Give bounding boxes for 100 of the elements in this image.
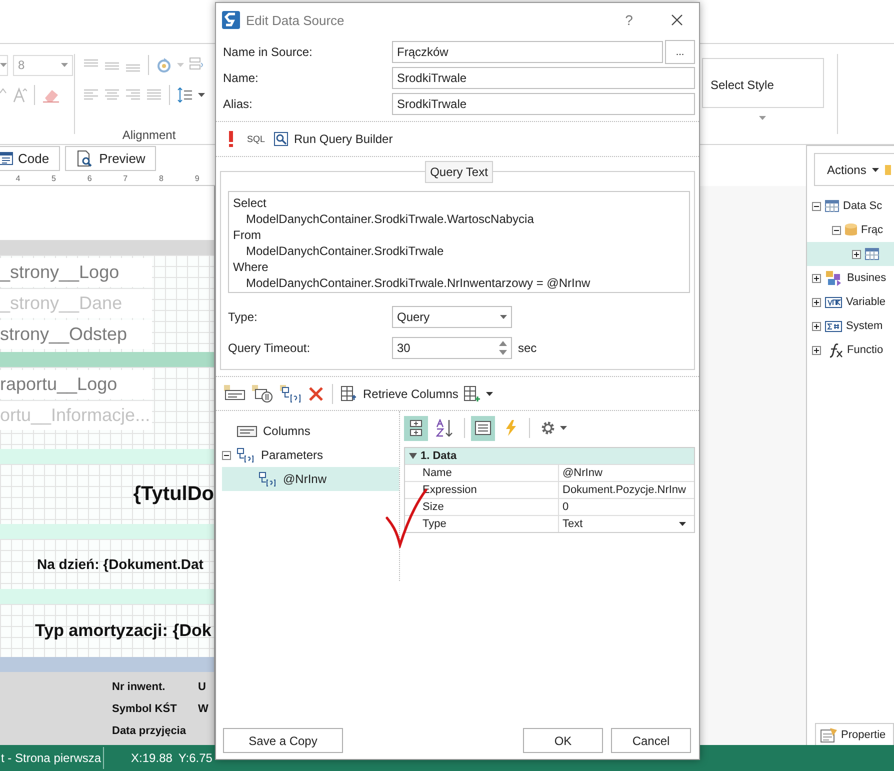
- tree-item[interactable]: System: [807, 314, 894, 338]
- eraser-icon[interactable]: [42, 87, 60, 103]
- ruler-number: 5: [52, 174, 56, 183]
- dialog-button[interactable]: Save a Copy: [223, 728, 343, 753]
- ruler-number: 8: [159, 174, 164, 183]
- collapse-icon[interactable]: [812, 202, 821, 210]
- caret-icon: [0, 63, 7, 67]
- expand-icon[interactable]: [812, 346, 821, 354]
- query-text-field[interactable]: Select ModelDanychContainer.SrodkiTrwale.WartoscNabycia From ModelDanychContainer.SrodkiTrwale Where ModelDanychContainer.SrodkiTrwale.NrInwentarzowy = @NrInw: [228, 191, 690, 293]
- caret-icon: [198, 93, 205, 97]
- caret-icon: [759, 116, 766, 120]
- property-value[interactable]: @NrInw: [558, 465, 694, 481]
- new-menu-button[interactable]: [464, 386, 494, 402]
- style-gallery[interactable]: Select Style: [702, 58, 824, 108]
- calc-column-icon[interactable]: [252, 384, 274, 402]
- dialog-button[interactable]: Cancel: [611, 728, 691, 753]
- timeout-spinner[interactable]: 30: [392, 336, 512, 358]
- sigma-icon: [825, 320, 842, 332]
- help-button[interactable]: ?: [617, 12, 641, 28]
- property-value[interactable]: Dokument.Pozycje.NrInw: [558, 482, 694, 498]
- spin-arrows-icon[interactable]: [499, 340, 507, 356]
- database-icon: [845, 223, 857, 237]
- preview-icon: [76, 150, 94, 168]
- view-button[interactable]: Code: [0, 146, 60, 171]
- query-line: ModelDanychContainer.SrodkiTrwale: [245, 243, 445, 259]
- field-label: Type:: [228, 310, 258, 324]
- caret-icon: [177, 63, 184, 67]
- tree-item[interactable]: [807, 242, 894, 266]
- field-label: Query Timeout:: [228, 340, 312, 354]
- tree-item[interactable]: Variable: [807, 290, 894, 314]
- query-line: Where: [233, 259, 270, 275]
- group-label: Alignment: [121, 128, 177, 142]
- sql-button[interactable]: SQL: [243, 134, 266, 144]
- font-combo[interactable]: [0, 54, 8, 76]
- column-header: Data przyjęcia: [112, 724, 186, 739]
- parameters-icon: [237, 448, 255, 462]
- caret-icon: [61, 63, 68, 67]
- lightning-icon: [506, 420, 516, 436]
- expand-icon[interactable]: [812, 274, 821, 282]
- toolbar-button[interactable]: [404, 416, 428, 440]
- window-title: Edit Data Source: [246, 12, 346, 28]
- column-header: U: [198, 680, 207, 695]
- collapse-icon[interactable]: [222, 450, 231, 460]
- expand-icon[interactable]: [812, 298, 821, 306]
- tree-item[interactable]: Columns: [222, 419, 398, 443]
- input-field[interactable]: SrodkiTrwale: [392, 67, 695, 89]
- caret-icon: [560, 426, 566, 430]
- sort-icon: [436, 419, 454, 437]
- ruler-number: 6: [87, 174, 92, 183]
- magnifier-icon: [274, 132, 288, 146]
- retrieve-columns-button[interactable]: Retrieve Columns: [341, 386, 458, 402]
- tree-item[interactable]: Data Sc: [807, 194, 894, 218]
- type-dropdown[interactable]: Query: [392, 306, 512, 328]
- delete-icon[interactable]: [308, 386, 324, 402]
- exclamation-icon[interactable]: [228, 131, 234, 147]
- close-icon[interactable]: [671, 14, 683, 26]
- column-header: W: [198, 702, 208, 717]
- input-field[interactable]: Frączków: [392, 41, 663, 63]
- toolbar-button[interactable]: [470, 416, 494, 440]
- settings-icon: [540, 420, 556, 436]
- report-heading: Typ amortyzacji: {Dok: [35, 620, 212, 640]
- caret-icon: [486, 392, 494, 396]
- property-name: Size: [418, 499, 558, 515]
- expand-icon[interactable]: [852, 250, 861, 258]
- column-header: Symbol KŚT: [112, 701, 178, 717]
- parameter-icon: [259, 472, 277, 486]
- new-column-icon[interactable]: [224, 384, 246, 402]
- actions-button[interactable]: Actions: [814, 153, 894, 186]
- tree-item[interactable]: @NrInw: [222, 467, 398, 491]
- collapse-arrow-icon[interactable]: [408, 452, 416, 460]
- view-button[interactable]: Preview: [65, 146, 156, 171]
- report-title: {TytulDo: [133, 482, 214, 506]
- property-name: Expression: [418, 482, 558, 498]
- query-line: Select: [233, 195, 268, 211]
- ruler-number: 9: [194, 174, 200, 183]
- query-builder-button[interactable]: Run Query Builder: [274, 132, 393, 146]
- property-value[interactable]: Text: [558, 516, 694, 532]
- tree-item[interactable]: Parameters: [222, 443, 398, 467]
- property-value[interactable]: 0: [558, 499, 694, 515]
- browse-button[interactable]: ...: [665, 40, 695, 64]
- column-header: Nr inwent.: [112, 680, 166, 695]
- retrieve-icon: [341, 386, 357, 402]
- ruler-number: 7: [123, 174, 128, 183]
- field-label: Name in Source:: [223, 45, 314, 59]
- collapse-icon[interactable]: [832, 226, 841, 234]
- tree-item[interactable]: Frąc: [807, 218, 894, 242]
- field-label: Alias:: [223, 97, 254, 111]
- add-table-icon: [464, 386, 480, 402]
- report-text: Na dzień: {Dokument.Dat: [37, 556, 204, 572]
- expand-icon[interactable]: [812, 322, 821, 330]
- tree-item[interactable]: Functio: [807, 338, 894, 362]
- status-text: t - Strona pierwsza: [0, 751, 102, 765]
- tree-item[interactable]: Busines: [807, 266, 894, 290]
- line-spacing-icon[interactable]: [177, 87, 193, 103]
- ruler-number: 4: [16, 174, 20, 183]
- new-parameter-icon[interactable]: [280, 384, 302, 402]
- columns-icon: [237, 426, 257, 436]
- caret-icon: [679, 522, 686, 526]
- input-field[interactable]: SrodkiTrwale: [392, 93, 695, 115]
- dialog-button[interactable]: OK: [523, 728, 603, 753]
